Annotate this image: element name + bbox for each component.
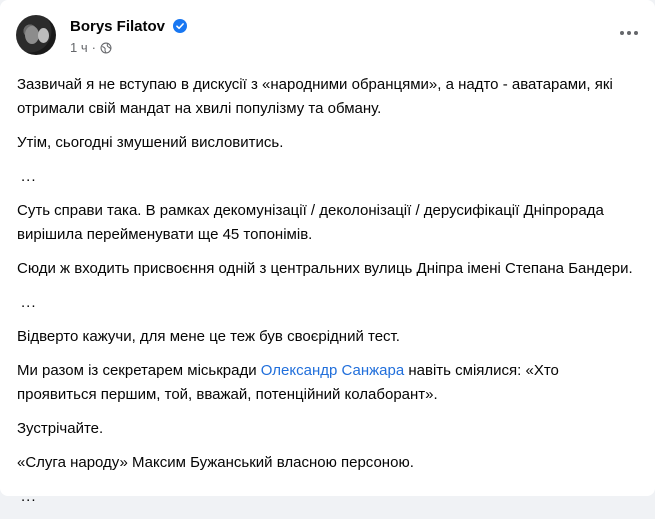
- post-body: Зазвичай я не вступаю в дискусії з «наро…: [17, 73, 642, 519]
- avatar-figure-1: [25, 26, 39, 44]
- post-ellipsis: ...: [21, 168, 37, 185]
- avatar-figure-2: [38, 28, 49, 43]
- post-paragraph: Зазвичай я не вступаю в дискусії з «наро…: [17, 76, 613, 117]
- post-paragraph: «Слуга народу» Максим Бужанський власною…: [17, 454, 414, 471]
- meta-separator: ·: [91, 40, 96, 55]
- post-meta: 1 ч ·: [70, 40, 112, 55]
- post-header: Borys Filatov 1 ч ·: [16, 15, 639, 59]
- globe-icon[interactable]: [100, 42, 112, 54]
- author-name[interactable]: Borys Filatov: [70, 18, 165, 35]
- post-paragraph: Зустрічайте.: [17, 420, 104, 437]
- post-ellipsis: ...: [21, 488, 37, 505]
- mention-link[interactable]: Олександр Санжара: [261, 362, 404, 379]
- post-time[interactable]: 1 ч: [70, 40, 88, 55]
- verified-badge-icon: [173, 19, 187, 33]
- post-ellipsis: ...: [21, 294, 37, 311]
- post-paragraph: Сюди ж входить присвоєння одній з центра…: [17, 260, 633, 277]
- post-paragraph-with-mention: Ми разом із секретарем міськради Олексан…: [17, 359, 642, 407]
- post-card: Borys Filatov 1 ч · Зазвичай я не вступа…: [0, 0, 655, 505]
- author-avatar[interactable]: [16, 15, 56, 55]
- more-options-icon[interactable]: [619, 23, 639, 43]
- post-paragraph: Утім, сьогодні змушений висловитись.: [17, 134, 284, 151]
- mention-text-before: Ми разом із секретарем міськради: [17, 362, 261, 379]
- post-paragraph: Відверто кажучи, для мене це теж був сво…: [17, 328, 400, 345]
- post-paragraph: Суть справи така. В рамках декомунізації…: [17, 202, 604, 243]
